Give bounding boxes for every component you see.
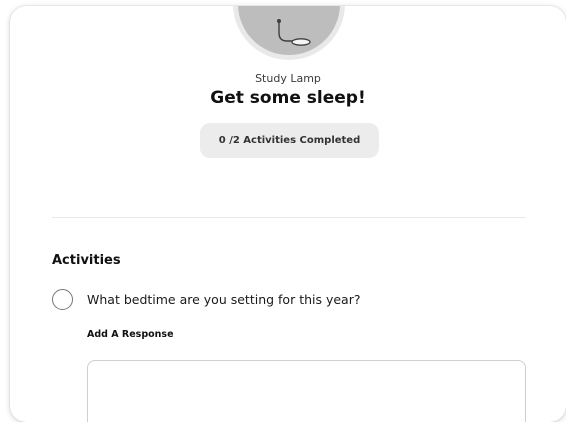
item-subtitle: Study Lamp xyxy=(255,72,321,85)
item-title: Get some sleep! xyxy=(210,88,366,108)
lamp-icon xyxy=(267,17,311,55)
activity-question: What bedtime are you setting for this ye… xyxy=(87,292,361,307)
activity-complete-radio[interactable] xyxy=(52,289,73,310)
activity-card: Study Lamp Get some sleep! 0 /2 Activiti… xyxy=(10,6,566,422)
avatar-circle xyxy=(238,6,340,55)
add-response-label: Add A Response xyxy=(87,329,174,340)
progress-badge: 0 /2 Activities Completed xyxy=(200,123,379,158)
section-divider xyxy=(52,217,526,218)
activities-heading: Activities xyxy=(52,253,121,268)
response-input[interactable] xyxy=(87,360,526,422)
item-avatar xyxy=(233,6,345,60)
activity-item: What bedtime are you setting for this ye… xyxy=(52,289,361,310)
